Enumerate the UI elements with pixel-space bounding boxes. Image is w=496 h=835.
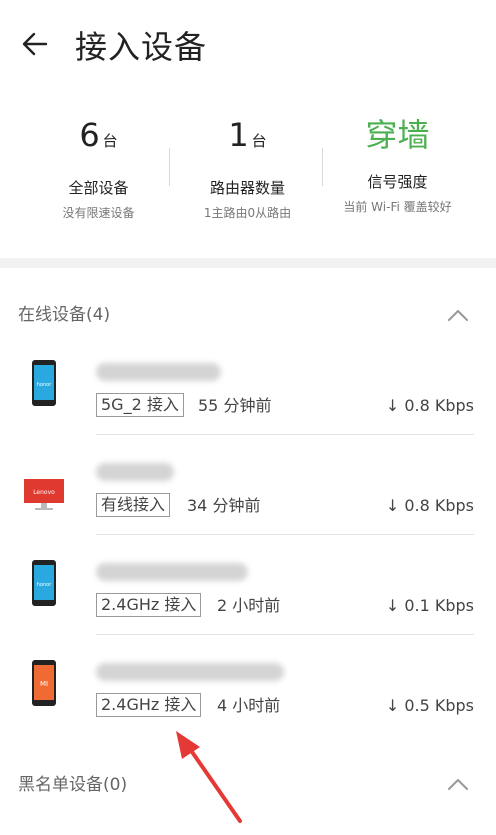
stat-router-count[interactable]: 1台 路由器数量 1主路由0从路由 bbox=[165, 115, 330, 221]
connection-badge: 2.4GHz 接入 bbox=[96, 593, 202, 617]
mi-logo-text: MI bbox=[40, 680, 48, 688]
stat-sub: 没有限速设备 bbox=[62, 206, 135, 220]
header-bar: 接入设备 bbox=[0, 0, 496, 90]
divider bbox=[169, 148, 170, 186]
device-name-blurred bbox=[96, 463, 174, 481]
device-row[interactable]: honor 2.4GHz 接入 2 小时前 ↓ 0.1 Kbps bbox=[0, 545, 496, 645]
row-divider bbox=[96, 534, 474, 535]
page-title: 接入设备 bbox=[75, 28, 208, 66]
connected-time: 34 分钟前 bbox=[187, 496, 261, 515]
download-speed: ↓ 0.8 Kbps bbox=[385, 496, 474, 515]
row-divider bbox=[96, 434, 474, 435]
device-row[interactable]: Lenovo 有线接入 34 分钟前 ↓ 0.8 Kbps bbox=[0, 445, 496, 545]
stat-unit: 台 bbox=[102, 132, 118, 150]
chevron-up-icon[interactable] bbox=[447, 308, 469, 322]
stat-label: 信号强度 bbox=[367, 173, 428, 191]
back-arrow-icon[interactable] bbox=[18, 26, 54, 62]
connection-badge: 5G_2 接入 bbox=[96, 393, 184, 417]
blacklist-section-title: 黑名单设备(0) bbox=[18, 775, 128, 795]
phone-honor-icon: honor bbox=[32, 560, 56, 606]
connected-time: 55 分钟前 bbox=[198, 396, 272, 415]
download-speed: ↓ 0.8 Kbps bbox=[385, 396, 474, 415]
device-name-blurred bbox=[96, 663, 284, 681]
connection-badge: 有线接入 bbox=[96, 493, 171, 517]
download-speed: ↓ 0.1 Kbps bbox=[385, 596, 474, 615]
stat-label: 路由器数量 bbox=[209, 179, 285, 197]
chevron-up-icon[interactable] bbox=[447, 777, 469, 791]
stat-value: 6 bbox=[79, 116, 100, 154]
phone-honor-icon: honor bbox=[32, 360, 56, 406]
stat-sub: 1主路由0从路由 bbox=[203, 206, 292, 220]
phone-mi-icon: MI bbox=[32, 660, 56, 706]
honor-logo-text: honor bbox=[37, 382, 52, 388]
stat-unit: 台 bbox=[251, 132, 267, 150]
section-gap bbox=[0, 258, 496, 268]
device-name-blurred bbox=[96, 563, 248, 581]
device-name-blurred bbox=[96, 363, 221, 381]
divider bbox=[322, 148, 323, 186]
stat-value: 穿墙 bbox=[365, 116, 430, 154]
connected-time: 4 小时前 bbox=[217, 696, 281, 715]
lenovo-logo-text: Lenovo bbox=[33, 489, 55, 496]
honor-logo-text: honor bbox=[37, 582, 52, 588]
connection-badge: 2.4GHz 接入 bbox=[96, 693, 202, 717]
monitor-lenovo-icon: Lenovo bbox=[24, 479, 64, 510]
stat-signal-strength[interactable]: 穿墙 信号强度 当前 Wi-Fi 覆盖较好 bbox=[315, 115, 480, 215]
stat-label: 全部设备 bbox=[68, 179, 129, 197]
download-speed: ↓ 0.5 Kbps bbox=[385, 696, 474, 715]
device-row[interactable]: honor 5G_2 接入 55 分钟前 ↓ 0.8 Kbps bbox=[0, 345, 496, 445]
row-divider bbox=[96, 634, 474, 635]
stat-value: 1 bbox=[228, 116, 249, 154]
stat-all-devices[interactable]: 6台 全部设备 没有限速设备 bbox=[16, 115, 181, 221]
stats-panel: 6台 全部设备 没有限速设备 1台 路由器数量 1主路由0从路由 穿墙 信号强度… bbox=[0, 115, 496, 225]
stat-sub: 当前 Wi-Fi 覆盖较好 bbox=[343, 200, 452, 214]
connected-time: 2 小时前 bbox=[217, 596, 281, 615]
online-section-title: 在线设备(4) bbox=[18, 305, 111, 325]
annotation-arrow-icon bbox=[176, 731, 242, 823]
